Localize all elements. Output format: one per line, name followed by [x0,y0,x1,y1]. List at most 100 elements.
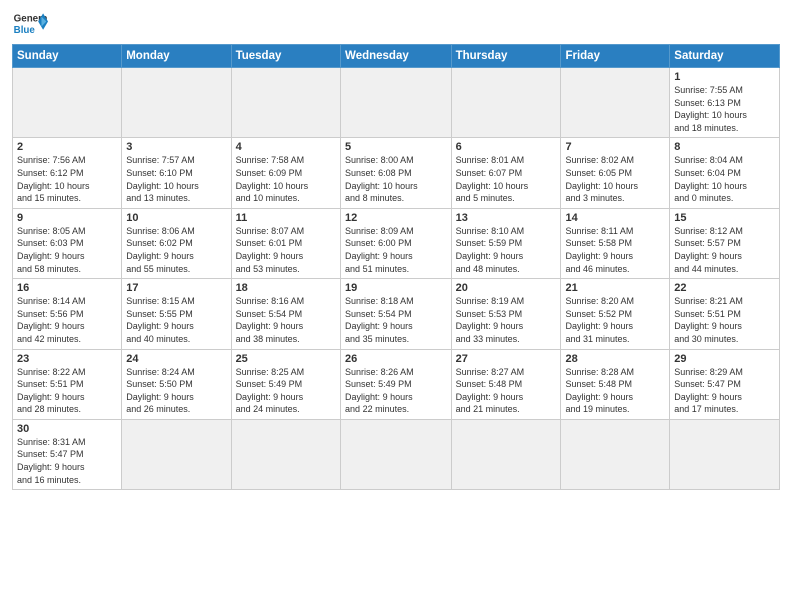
calendar-header-row: SundayMondayTuesdayWednesdayThursdayFrid… [13,45,780,68]
calendar-cell: 20Sunrise: 8:19 AM Sunset: 5:53 PM Dayli… [451,279,561,349]
calendar-cell: 2Sunrise: 7:56 AM Sunset: 6:12 PM Daylig… [13,138,122,208]
calendar-cell: 28Sunrise: 8:28 AM Sunset: 5:48 PM Dayli… [561,349,670,419]
day-info: Sunrise: 8:00 AM Sunset: 6:08 PM Dayligh… [345,154,447,204]
calendar-cell: 21Sunrise: 8:20 AM Sunset: 5:52 PM Dayli… [561,279,670,349]
day-number: 23 [17,353,117,365]
calendar-week-row: 16Sunrise: 8:14 AM Sunset: 5:56 PM Dayli… [13,279,780,349]
calendar-cell: 26Sunrise: 8:26 AM Sunset: 5:49 PM Dayli… [341,349,452,419]
day-number: 9 [17,212,117,224]
col-header-thursday: Thursday [451,45,561,68]
calendar-cell: 11Sunrise: 8:07 AM Sunset: 6:01 PM Dayli… [231,208,340,278]
page: General Blue SundayMondayTuesdayWednesda… [0,0,792,612]
calendar-cell: 24Sunrise: 8:24 AM Sunset: 5:50 PM Dayli… [122,349,231,419]
calendar-cell: 14Sunrise: 8:11 AM Sunset: 5:58 PM Dayli… [561,208,670,278]
day-info: Sunrise: 8:27 AM Sunset: 5:48 PM Dayligh… [456,366,557,416]
calendar-cell [670,419,780,489]
calendar-cell [341,68,452,138]
day-info: Sunrise: 8:26 AM Sunset: 5:49 PM Dayligh… [345,366,447,416]
day-number: 25 [236,353,336,365]
day-number: 16 [17,282,117,294]
day-info: Sunrise: 8:18 AM Sunset: 5:54 PM Dayligh… [345,295,447,345]
calendar-cell: 29Sunrise: 8:29 AM Sunset: 5:47 PM Dayli… [670,349,780,419]
calendar-cell [341,419,452,489]
calendar-cell [561,419,670,489]
svg-text:Blue: Blue [14,25,36,36]
calendar-cell [13,68,122,138]
calendar-cell: 18Sunrise: 8:16 AM Sunset: 5:54 PM Dayli… [231,279,340,349]
day-info: Sunrise: 8:22 AM Sunset: 5:51 PM Dayligh… [17,366,117,416]
calendar-cell [451,419,561,489]
calendar-cell: 3Sunrise: 7:57 AM Sunset: 6:10 PM Daylig… [122,138,231,208]
day-number: 30 [17,423,117,435]
calendar-cell: 12Sunrise: 8:09 AM Sunset: 6:00 PM Dayli… [341,208,452,278]
day-info: Sunrise: 8:12 AM Sunset: 5:57 PM Dayligh… [674,225,775,275]
calendar-week-row: 9Sunrise: 8:05 AM Sunset: 6:03 PM Daylig… [13,208,780,278]
calendar-week-row: 1Sunrise: 7:55 AM Sunset: 6:13 PM Daylig… [13,68,780,138]
calendar-cell: 4Sunrise: 7:58 AM Sunset: 6:09 PM Daylig… [231,138,340,208]
calendar-cell [231,68,340,138]
calendar-cell: 9Sunrise: 8:05 AM Sunset: 6:03 PM Daylig… [13,208,122,278]
day-info: Sunrise: 8:16 AM Sunset: 5:54 PM Dayligh… [236,295,336,345]
day-number: 8 [674,141,775,153]
day-number: 28 [565,353,665,365]
col-header-saturday: Saturday [670,45,780,68]
day-number: 11 [236,212,336,224]
day-number: 22 [674,282,775,294]
calendar-week-row: 2Sunrise: 7:56 AM Sunset: 6:12 PM Daylig… [13,138,780,208]
day-number: 26 [345,353,447,365]
day-info: Sunrise: 8:15 AM Sunset: 5:55 PM Dayligh… [126,295,226,345]
day-number: 21 [565,282,665,294]
calendar-week-row: 23Sunrise: 8:22 AM Sunset: 5:51 PM Dayli… [13,349,780,419]
calendar-cell: 17Sunrise: 8:15 AM Sunset: 5:55 PM Dayli… [122,279,231,349]
day-number: 6 [456,141,557,153]
logo: General Blue [12,10,48,38]
calendar-cell [451,68,561,138]
calendar-cell: 19Sunrise: 8:18 AM Sunset: 5:54 PM Dayli… [341,279,452,349]
day-number: 15 [674,212,775,224]
day-number: 13 [456,212,557,224]
day-number: 27 [456,353,557,365]
col-header-tuesday: Tuesday [231,45,340,68]
calendar-week-row: 30Sunrise: 8:31 AM Sunset: 5:47 PM Dayli… [13,419,780,489]
calendar-cell: 25Sunrise: 8:25 AM Sunset: 5:49 PM Dayli… [231,349,340,419]
day-info: Sunrise: 8:21 AM Sunset: 5:51 PM Dayligh… [674,295,775,345]
calendar-table: SundayMondayTuesdayWednesdayThursdayFrid… [12,44,780,490]
day-info: Sunrise: 8:04 AM Sunset: 6:04 PM Dayligh… [674,154,775,204]
day-info: Sunrise: 8:11 AM Sunset: 5:58 PM Dayligh… [565,225,665,275]
day-number: 29 [674,353,775,365]
day-number: 3 [126,141,226,153]
day-info: Sunrise: 7:57 AM Sunset: 6:10 PM Dayligh… [126,154,226,204]
calendar-cell: 15Sunrise: 8:12 AM Sunset: 5:57 PM Dayli… [670,208,780,278]
day-info: Sunrise: 7:56 AM Sunset: 6:12 PM Dayligh… [17,154,117,204]
day-info: Sunrise: 8:07 AM Sunset: 6:01 PM Dayligh… [236,225,336,275]
col-header-sunday: Sunday [13,45,122,68]
day-number: 24 [126,353,226,365]
day-info: Sunrise: 8:09 AM Sunset: 6:00 PM Dayligh… [345,225,447,275]
day-info: Sunrise: 7:55 AM Sunset: 6:13 PM Dayligh… [674,84,775,134]
day-number: 4 [236,141,336,153]
day-info: Sunrise: 8:06 AM Sunset: 6:02 PM Dayligh… [126,225,226,275]
calendar-cell: 6Sunrise: 8:01 AM Sunset: 6:07 PM Daylig… [451,138,561,208]
calendar-cell: 22Sunrise: 8:21 AM Sunset: 5:51 PM Dayli… [670,279,780,349]
calendar-cell: 8Sunrise: 8:04 AM Sunset: 6:04 PM Daylig… [670,138,780,208]
day-number: 19 [345,282,447,294]
day-number: 1 [674,71,775,83]
generalblue-logo-icon: General Blue [12,10,48,38]
calendar-cell [561,68,670,138]
day-info: Sunrise: 8:10 AM Sunset: 5:59 PM Dayligh… [456,225,557,275]
day-number: 14 [565,212,665,224]
day-info: Sunrise: 8:20 AM Sunset: 5:52 PM Dayligh… [565,295,665,345]
calendar-cell: 27Sunrise: 8:27 AM Sunset: 5:48 PM Dayli… [451,349,561,419]
calendar-cell: 7Sunrise: 8:02 AM Sunset: 6:05 PM Daylig… [561,138,670,208]
day-info: Sunrise: 8:05 AM Sunset: 6:03 PM Dayligh… [17,225,117,275]
day-number: 10 [126,212,226,224]
header: General Blue [12,10,780,38]
day-number: 17 [126,282,226,294]
day-number: 18 [236,282,336,294]
day-info: Sunrise: 8:14 AM Sunset: 5:56 PM Dayligh… [17,295,117,345]
calendar-cell: 5Sunrise: 8:00 AM Sunset: 6:08 PM Daylig… [341,138,452,208]
calendar-cell [231,419,340,489]
calendar-cell: 16Sunrise: 8:14 AM Sunset: 5:56 PM Dayli… [13,279,122,349]
calendar-cell: 13Sunrise: 8:10 AM Sunset: 5:59 PM Dayli… [451,208,561,278]
day-info: Sunrise: 8:19 AM Sunset: 5:53 PM Dayligh… [456,295,557,345]
